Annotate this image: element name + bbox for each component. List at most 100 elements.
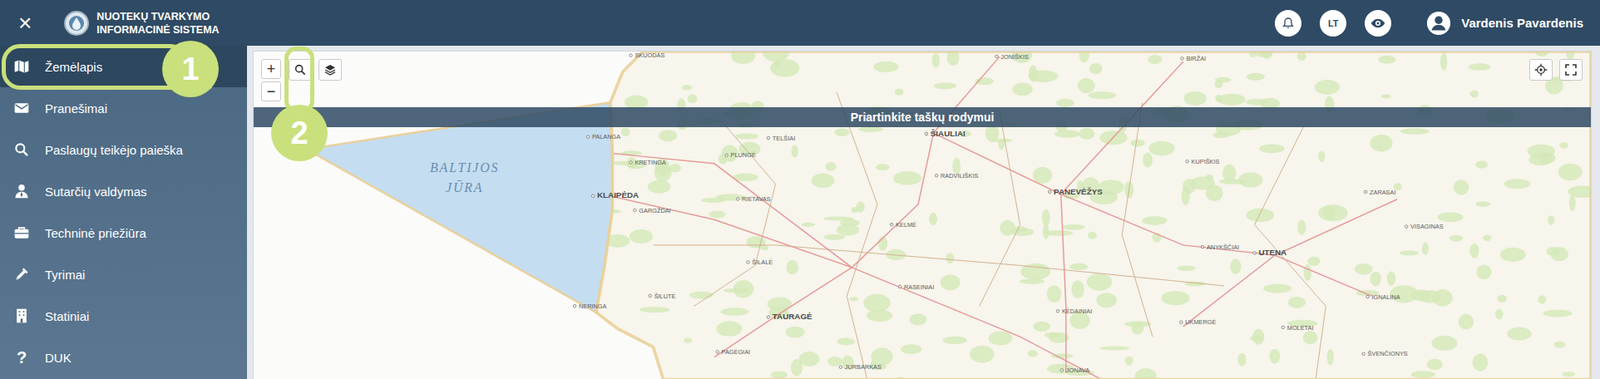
building-icon [13, 307, 30, 325]
place-label: PANEVĖŽYS [1053, 187, 1103, 197]
town-dot [1200, 245, 1204, 248]
callout-badge: 2 [271, 104, 328, 162]
town-dot [746, 261, 750, 264]
sea-label: JŪRA [445, 180, 484, 195]
zoom-in-button[interactable]: + [261, 59, 282, 80]
place-label: BIRŽAI [1185, 54, 1206, 63]
town-dot [629, 54, 633, 57]
town-dot [586, 135, 589, 139]
map-search-button[interactable] [288, 59, 312, 81]
place-label: UTENA [1258, 247, 1287, 257]
map-icon [13, 58, 30, 75]
town-dot [629, 161, 633, 164]
sidebar-item-label: Žemėlapis [44, 59, 103, 75]
place-label: KUPIŠKIS [1191, 158, 1220, 166]
notifications-button[interactable] [1274, 9, 1302, 37]
town-dot [1366, 295, 1369, 298]
question-icon: ? [16, 348, 27, 368]
town-dot [1056, 310, 1059, 313]
place-label: IGNALINA [1371, 293, 1400, 302]
town-dot [934, 174, 938, 178]
town-dot [1180, 57, 1184, 60]
sidebar-item[interactable]: ? DUK [0, 336, 247, 379]
place-label: JONAVA [1066, 366, 1090, 375]
layers-button[interactable] [318, 59, 342, 81]
town-dot [572, 304, 576, 307]
callout-outline [1, 44, 189, 90]
bell-icon [1281, 16, 1295, 30]
place-label: RASEINIAI [903, 283, 934, 292]
place-label: JONIŠKIS [1000, 53, 1029, 61]
town-dot [1180, 320, 1183, 324]
town-dot [1404, 225, 1408, 228]
accessibility-button[interactable] [1364, 9, 1392, 37]
app-title-line: INFORMACINĖ SISTEMA [96, 23, 219, 37]
place-label: ŠILUTĖ [654, 292, 677, 301]
land [596, 51, 1591, 379]
search-icon [293, 63, 307, 77]
place-label: ŠIAULIAI [930, 128, 966, 139]
app-title: NUOTEKŲ TVARKYMOINFORMACINĖ SISTEMA [96, 9, 219, 37]
search-icon [13, 141, 30, 159]
place-label: ŠILALĖ [751, 258, 773, 267]
town-dot [1363, 190, 1367, 193]
sea-label: BALTIJOS [429, 160, 499, 175]
town-dot [735, 197, 739, 201]
town-dot [1253, 251, 1256, 255]
avatar-icon [1426, 10, 1452, 36]
sidebar-item[interactable]: Tyrimai [0, 253, 247, 296]
map-canvas[interactable]: BALTIJOS JŪRA SKUODAS JONIŠKIS BIRŽAI PALANGA… [253, 51, 1591, 379]
person-tie-icon [13, 182, 30, 200]
place-label: NERINGA [578, 302, 608, 311]
brand[interactable]: NUOTEKŲ TVARKYMOINFORMACINĖ SISTEMA [63, 9, 219, 37]
zoom-control: + − [261, 59, 282, 102]
place-label: PLUNGĖ [730, 151, 756, 159]
town-dot [1362, 352, 1365, 356]
sidebar-item[interactable]: Techninė priežiūra [0, 212, 247, 254]
user-menu[interactable]: Vardenis Pavardenis [1426, 10, 1584, 36]
place-label: KRETINGA [634, 158, 667, 167]
place-label: MOLĖTAI [1287, 324, 1314, 332]
sidebar-item-label: Paslaugų teikėjo paieška [44, 143, 183, 158]
layers-icon [323, 63, 337, 77]
fullscreen-button[interactable] [1559, 59, 1583, 81]
eye-icon [1370, 15, 1386, 31]
town-dot [1047, 190, 1051, 193]
sidebar-item[interactable]: Paslaugų teikėjo paieška [0, 128, 247, 171]
place-label: JURBARKAS [844, 363, 882, 371]
place-label: SKUODAS [634, 51, 665, 60]
map-view-tools [1529, 59, 1583, 81]
place-label: KĖDAINIAI [1061, 307, 1092, 316]
sidebar: Žemėlapis Pranešimai Paslaugų teikėjo pa… [0, 45, 247, 379]
town-dot [839, 365, 842, 369]
language-button[interactable]: LT [1319, 9, 1347, 37]
sidebar-item[interactable]: Sutarčių valdymas [0, 170, 247, 213]
envelope-icon [13, 99, 30, 117]
app-window: × NUOTEKŲ TVARKYMOINFORMACINĖ SISTEMA LT… [0, 0, 1600, 379]
town-dot [1281, 325, 1284, 329]
sidebar-item[interactable]: Statiniai [0, 295, 247, 337]
close-button[interactable]: × [11, 11, 39, 35]
place-label: ANYKŠČIAI [1206, 243, 1240, 252]
place-label: PALANGA [592, 133, 621, 141]
sidebar-item-label: Pranešimai [44, 101, 108, 116]
crosshair-icon [1534, 63, 1548, 77]
top-bar: × NUOTEKŲ TVARKYMOINFORMACINĖ SISTEMA LT… [0, 0, 1600, 46]
place-label: PAGĖGIAI [721, 348, 751, 356]
town-dot [716, 350, 719, 354]
sidebar-item-label: Techninė priežiūra [44, 226, 147, 241]
town-dot [766, 316, 770, 319]
map-panel: BALTIJOS JŪRA SKUODAS JONIŠKIS BIRŽAI PALANGA… [246, 45, 1600, 379]
pipette-icon [13, 266, 30, 283]
map[interactable]: BALTIJOS JŪRA SKUODAS JONIŠKIS BIRŽAI PALANGA… [252, 50, 1592, 379]
zoom-out-button[interactable]: − [261, 81, 282, 102]
town-dot [591, 194, 594, 198]
place-label: GARGŽDAI [638, 207, 671, 215]
place-label: ZARASAI [1369, 188, 1396, 197]
locate-button[interactable] [1529, 59, 1553, 81]
town-dot [725, 153, 728, 157]
sidebar-item[interactable]: Pranešimai [0, 87, 247, 129]
app-title-line: NUOTEKŲ TVARKYMO [96, 9, 219, 24]
sidebar-item-label: DUK [44, 350, 72, 366]
place-label: VISAGINAS [1410, 222, 1444, 231]
